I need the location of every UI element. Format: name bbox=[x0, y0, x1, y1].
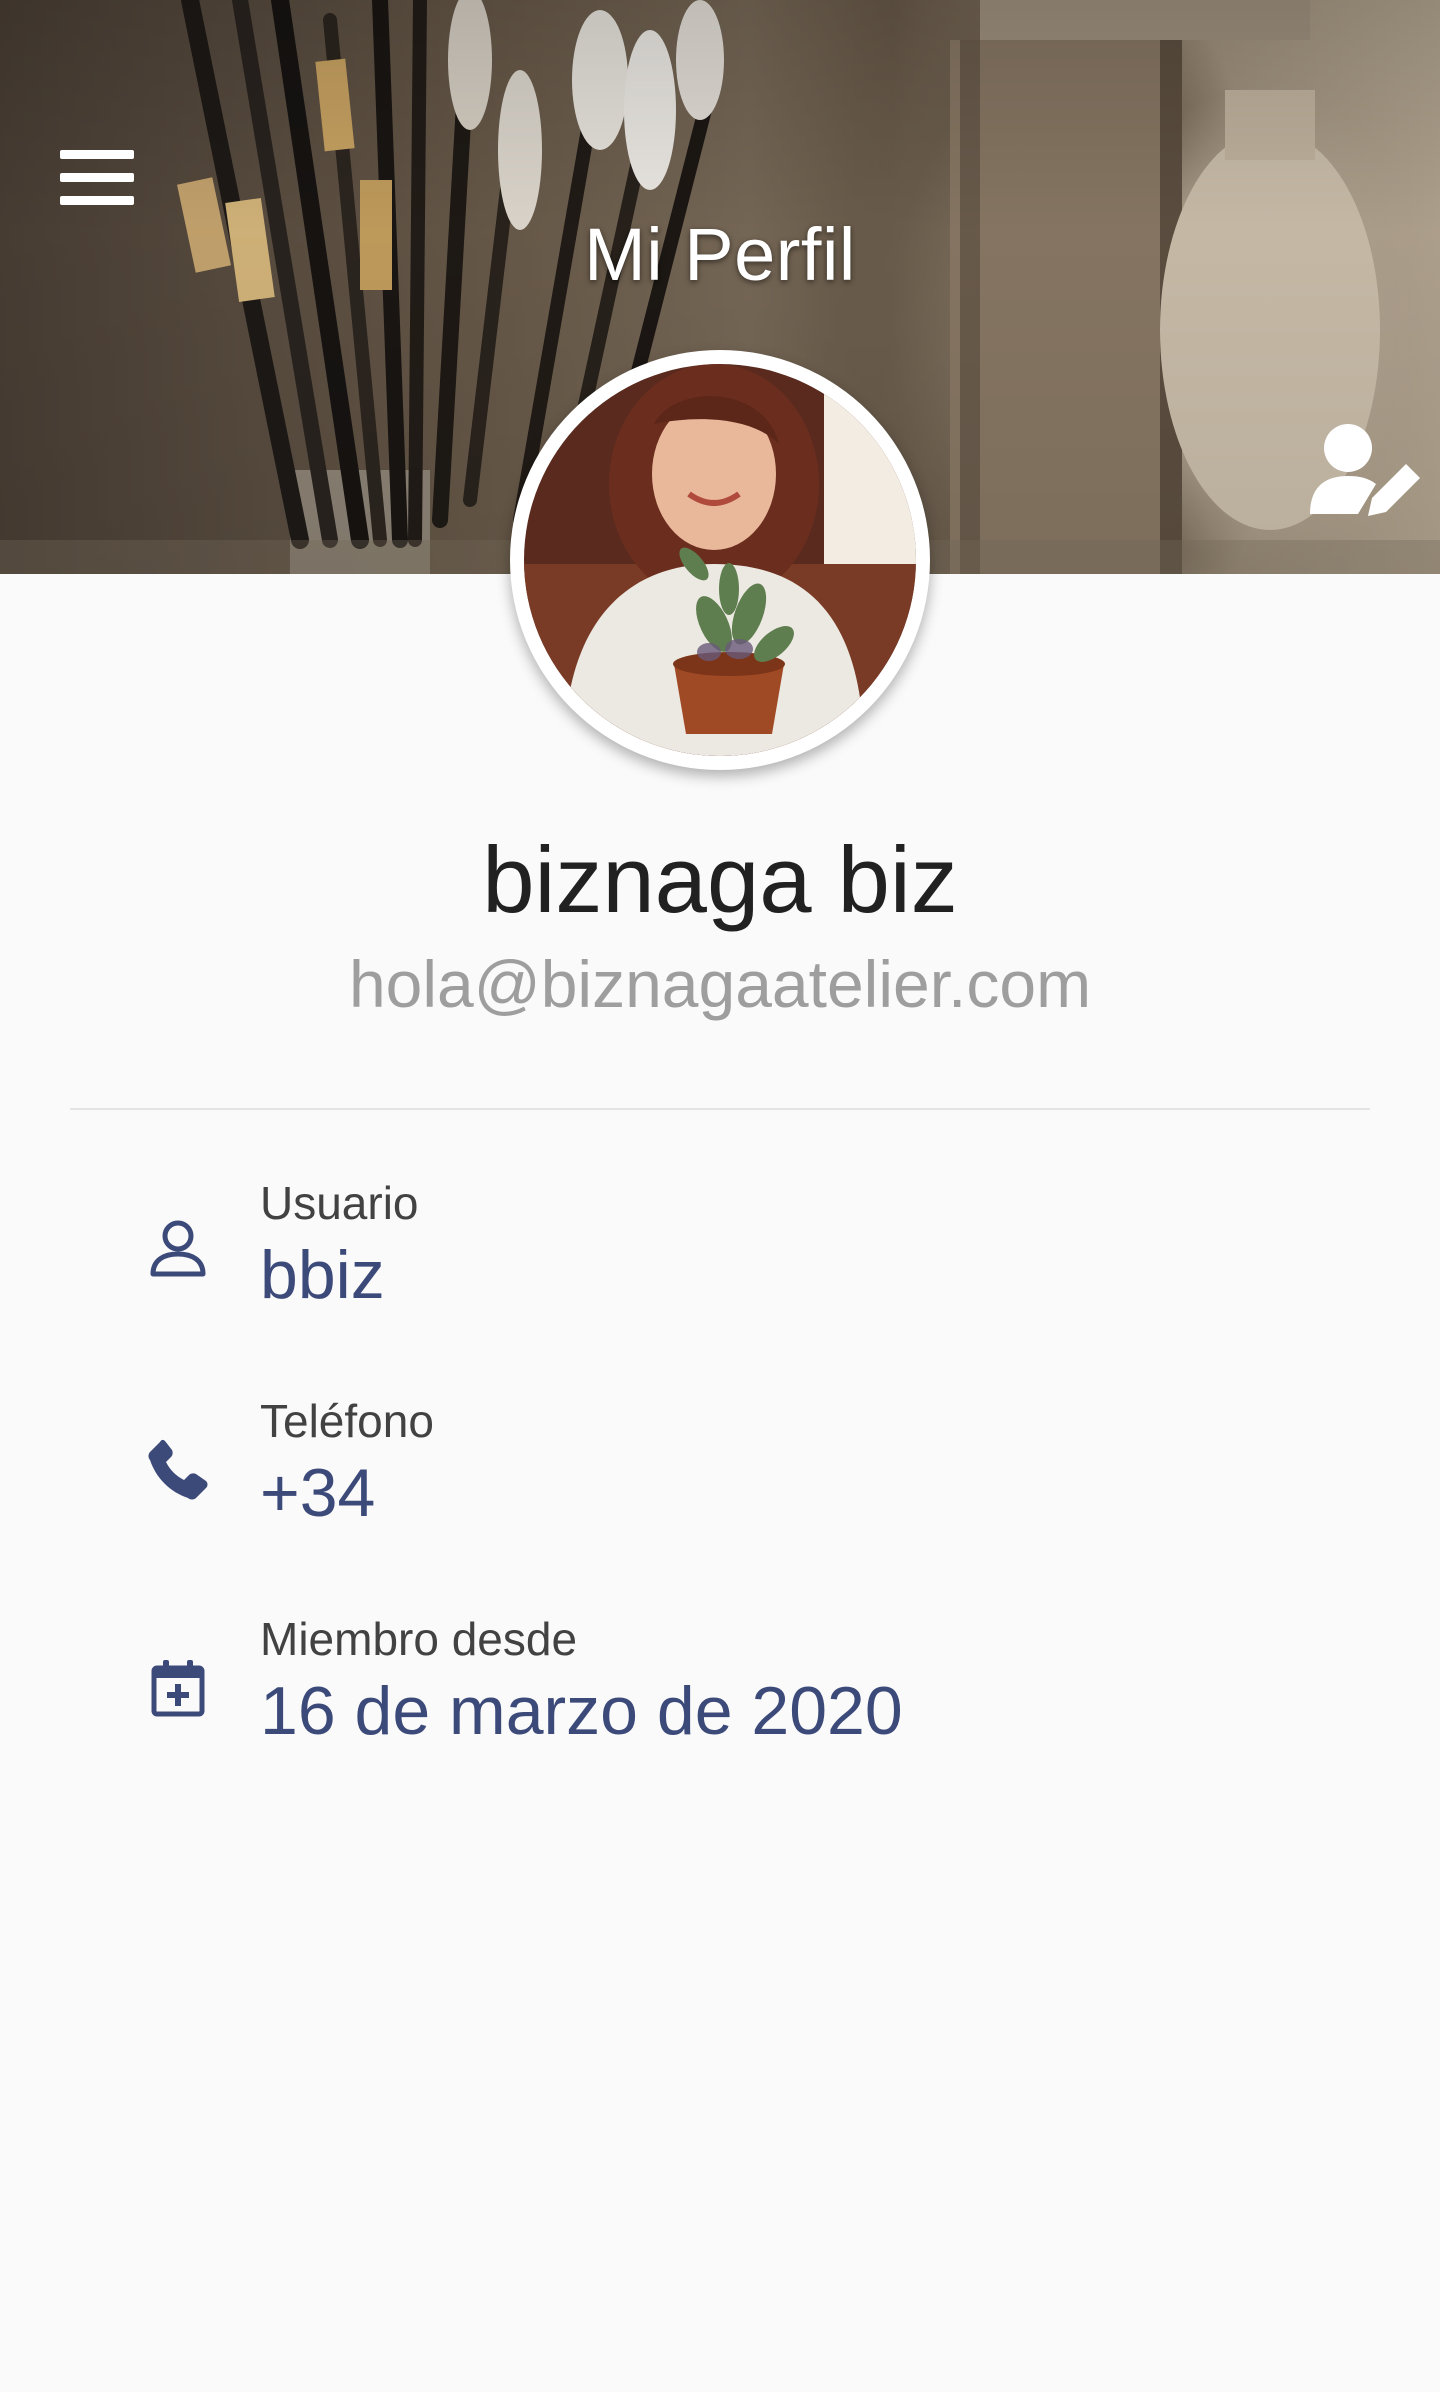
page-title: Mi Perfil bbox=[584, 213, 856, 296]
profile-screen: Mi Perfil biznaga biz hola@biznagaatelie… bbox=[0, 0, 1440, 2392]
user-edit-icon bbox=[1310, 424, 1420, 516]
member-since-value: 16 de marzo de 2020 bbox=[260, 1673, 903, 1749]
edit-profile-button[interactable] bbox=[1306, 420, 1422, 520]
phone-icon bbox=[148, 1439, 208, 1500]
calendar-plus-icon bbox=[151, 1660, 205, 1717]
username-value: bbiz bbox=[260, 1237, 385, 1313]
info-row-member-since: Miembro desde 16 de marzo de 2020 bbox=[0, 1604, 1440, 1804]
avatar[interactable] bbox=[510, 350, 930, 770]
avatar-photo bbox=[524, 364, 916, 756]
member-since-label: Miembro desde bbox=[260, 1613, 578, 1665]
profile-email: hola@biznagaatelier.com bbox=[348, 947, 1092, 1021]
username-label: Usuario bbox=[260, 1177, 419, 1229]
divider bbox=[70, 1108, 1370, 1110]
phone-value: +34 bbox=[260, 1455, 376, 1531]
profile-name: biznaga biz bbox=[482, 827, 958, 932]
phone-label: Teléfono bbox=[260, 1395, 434, 1447]
info-row-phone: Teléfono +34 bbox=[0, 1386, 1440, 1586]
info-row-username: Usuario bbiz bbox=[0, 1168, 1440, 1368]
user-icon bbox=[150, 1220, 206, 1277]
